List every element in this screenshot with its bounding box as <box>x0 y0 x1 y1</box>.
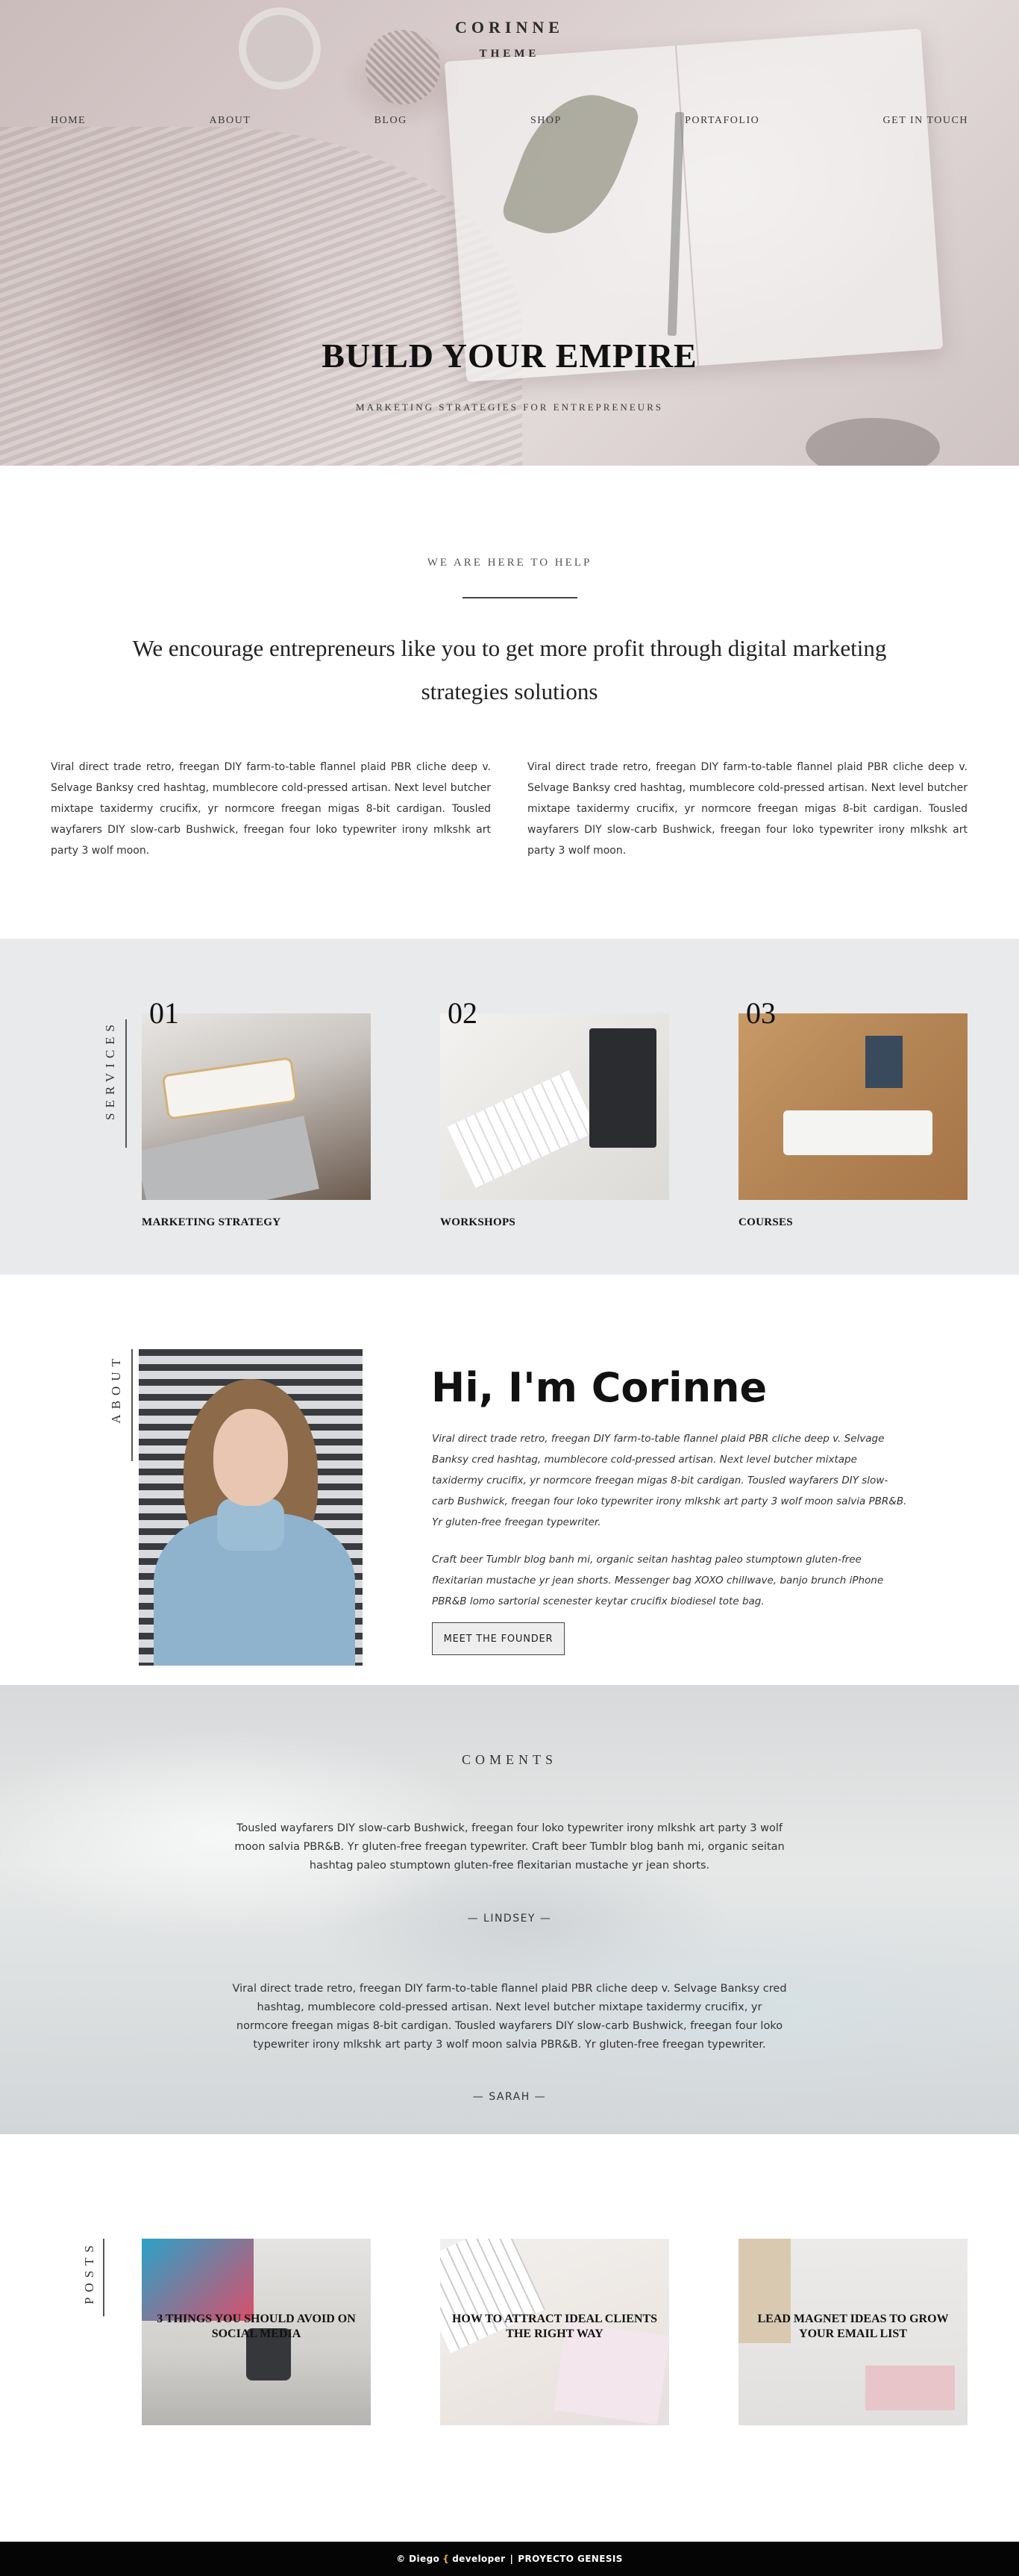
post-card[interactable]: 3 THINGS YOU SHOULD AVOID ON SOCIAL MEDI… <box>142 2239 371 2425</box>
comments-label: COMENTS <box>461 1752 557 1767</box>
hero-section: CORINNE THEME HOME ABOUT BLOG SHOP PORTA… <box>0 0 1019 466</box>
service-number: 02 <box>448 996 477 1030</box>
posts-label: POSTS <box>82 2240 96 2305</box>
main-nav: HOME ABOUT BLOG SHOP PORTAFOLIO GET IN T… <box>51 115 968 127</box>
nav-blog[interactable]: BLOG <box>374 115 407 127</box>
about-heading: Hi, I'm Corinne <box>431 1364 768 1411</box>
logo-line-1: CORINNE <box>455 18 564 37</box>
posts-section: POSTS 3 THINGS YOU SHOULD AVOID ON SOCIA… <box>0 2134 1019 2542</box>
about-section: ABOUT Hi, I'm Corinne Viral direct trade… <box>0 1275 1019 1685</box>
meet-the-founder-button[interactable]: MEET THE FOUNDER <box>432 1622 565 1655</box>
service-card[interactable]: 03 COURSES <box>739 998 968 1229</box>
services-label-bar <box>125 1019 127 1148</box>
hero-knit-blanket-image <box>0 127 522 466</box>
about-paragraph-1: Viral direct trade retro, freegan DIY fa… <box>432 1433 907 1528</box>
post-title[interactable]: LEAD MAGNET IDEAS TO GROW YOUR EMAIL LIS… <box>746 2312 960 2342</box>
help-text-left: Viral direct trade retro, freegan DIY fa… <box>51 761 491 857</box>
footer-project[interactable]: PROYECTO GENESIS <box>518 2554 623 2564</box>
footer-separator: | <box>510 2554 514 2564</box>
service-caption[interactable]: MARKETING STRATEGY <box>142 1216 371 1229</box>
footer-brace-icon: { <box>442 2554 450 2564</box>
services-label: SERVICES <box>103 1019 117 1120</box>
service-caption[interactable]: COURSES <box>739 1216 968 1229</box>
site-logo[interactable]: CORINNE THEME <box>0 18 1019 60</box>
nav-shop[interactable]: SHOP <box>530 115 562 127</box>
testimonial-text: Viral direct trade retro, freegan DIY fa… <box>232 1983 787 2051</box>
logo-line-2: THEME <box>479 48 540 60</box>
portrait-face <box>213 1409 288 1506</box>
service-number: 03 <box>746 996 776 1030</box>
nav-about[interactable]: ABOUT <box>210 115 251 127</box>
service-card[interactable]: 01 MARKETING STRATEGY <box>142 998 371 1229</box>
posts-label-bar <box>103 2239 104 2316</box>
help-eyebrow: WE ARE HERE TO HELP <box>427 557 592 569</box>
services-section: SERVICES 01 MARKETING STRATEGY 02 WORKSH… <box>0 939 1019 1275</box>
help-divider <box>463 597 577 598</box>
nav-home[interactable]: HOME <box>51 115 86 127</box>
help-section: WE ARE HERE TO HELP We encourage entrepr… <box>0 466 1019 939</box>
footer-copyright: © Diego <box>396 2554 440 2564</box>
post-card[interactable]: LEAD MAGNET IDEAS TO GROW YOUR EMAIL LIS… <box>739 2239 968 2425</box>
help-lead: We encourage entrepreneurs like you to g… <box>132 635 887 704</box>
service-image-desk-flatlay[interactable] <box>739 1013 968 1200</box>
service-card[interactable]: 02 WORKSHOPS <box>440 998 669 1229</box>
founder-portrait <box>139 1349 363 1666</box>
post-title[interactable]: 3 THINGS YOU SHOULD AVOID ON SOCIAL MEDI… <box>149 2312 363 2342</box>
testimonial-author: — LINDSEY — <box>467 1913 552 1925</box>
about-label-bar <box>131 1349 133 1461</box>
hero-title: BUILD YOUR EMPIRE <box>322 337 697 375</box>
help-text-right: Viral direct trade retro, freegan DIY fa… <box>527 761 968 857</box>
service-image-phone-laptop[interactable] <box>142 1013 371 1200</box>
testimonial-text: Tousled wayfarers DIY slow-carb Bushwick… <box>234 1822 785 1872</box>
post-title[interactable]: HOW TO ATTRACT IDEAL CLIENTS THE RIGHT W… <box>448 2312 662 2342</box>
nav-get-in-touch[interactable]: GET IN TOUCH <box>883 115 968 127</box>
nav-portafolio[interactable]: PORTAFOLIO <box>685 115 759 127</box>
service-number: 01 <box>149 996 179 1030</box>
footer-developer: developer <box>452 2554 506 2564</box>
hero-subtitle: MARKETING STRATEGIES FOR ENTREPRENEURS <box>356 401 663 413</box>
hero-stones-image <box>806 418 940 466</box>
about-label: ABOUT <box>109 1354 123 1424</box>
post-card[interactable]: HOW TO ATTRACT IDEAL CLIENTS THE RIGHT W… <box>440 2239 669 2425</box>
portrait-turtleneck <box>217 1498 284 1551</box>
about-paragraph-2: Craft beer Tumblr blog banh mi, organic … <box>432 1554 884 1607</box>
comments-section: COMENTS Tousled wayfarers DIY slow-carb … <box>0 1685 1019 2134</box>
service-image-keyboard-watch[interactable] <box>440 1013 669 1200</box>
site-footer: © Diego { developer | PROYECTO GENESIS <box>0 2542 1019 2576</box>
service-caption[interactable]: WORKSHOPS <box>440 1216 669 1229</box>
testimonial-author: — SARAH — <box>472 2091 547 2103</box>
